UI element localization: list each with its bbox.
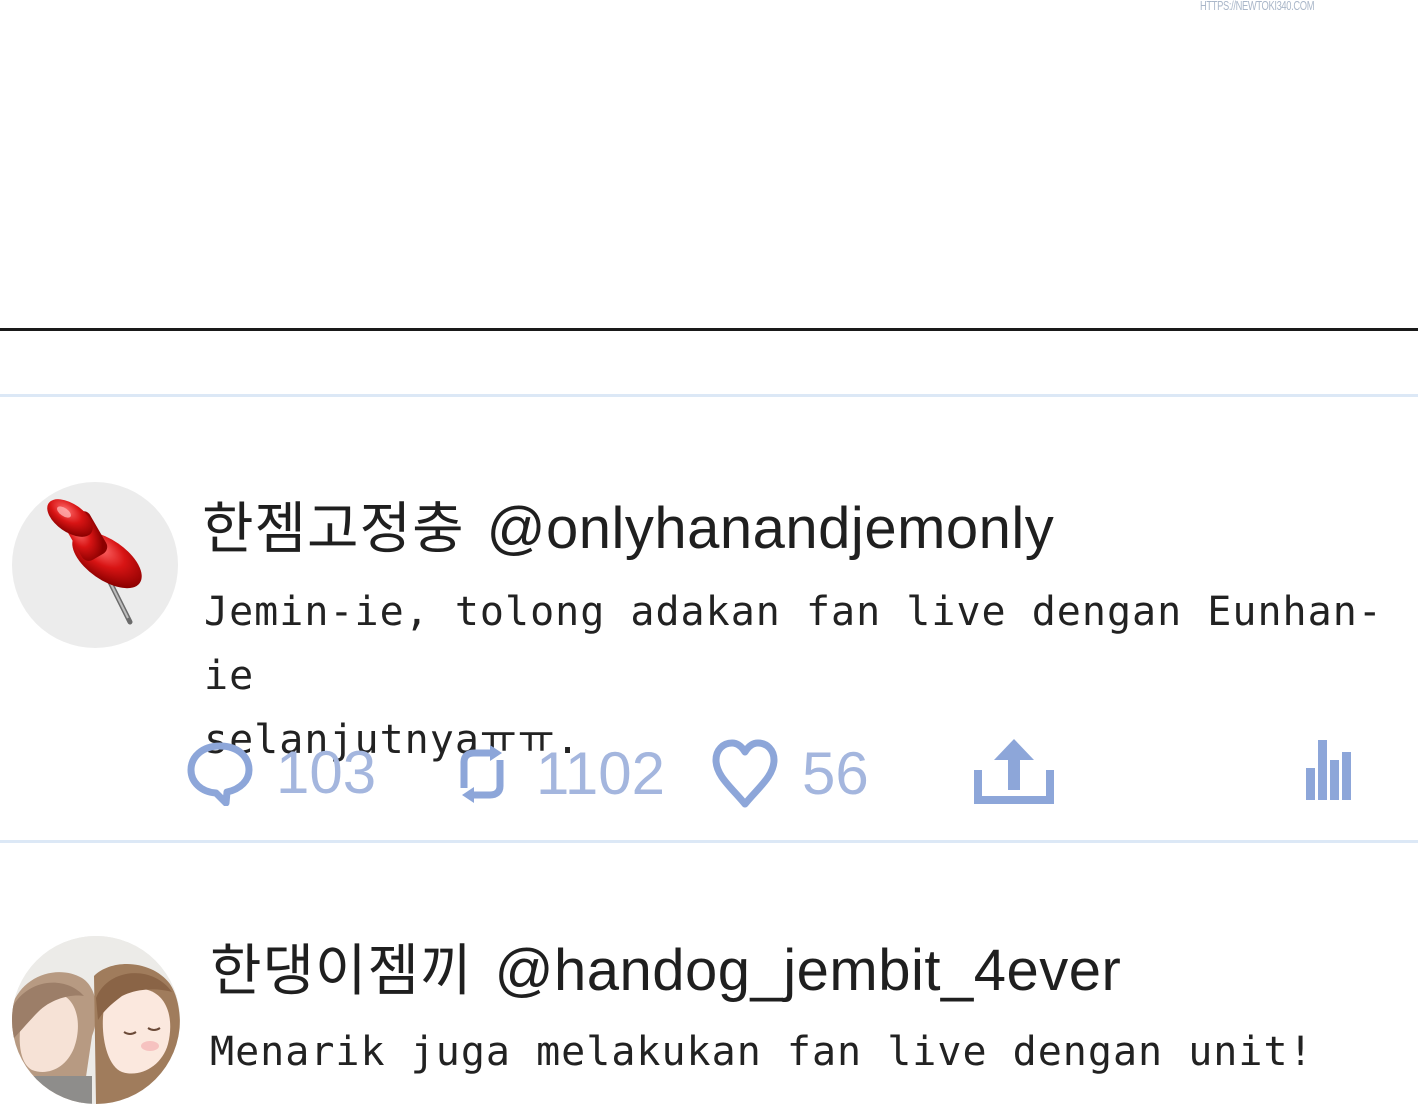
reply-button[interactable]: 103: [186, 740, 376, 806]
tweet-text: Menarik juga melakukan fan live dengan u…: [210, 1029, 1314, 1075]
retweet-icon: [460, 745, 504, 803]
tweet-header: 한댕이젬끼 @handog_jembit_4ever: [210, 942, 1121, 1000]
display-name[interactable]: 한댕이젬끼: [210, 939, 473, 1004]
display-name[interactable]: 한젬고정충: [202, 497, 465, 562]
like-button[interactable]: 56: [710, 738, 869, 810]
avatar[interactable]: [12, 936, 180, 1104]
avatar[interactable]: [12, 482, 178, 648]
analytics-button[interactable]: [1304, 738, 1352, 802]
watermark: HTTPS://NEWTOKI340.COM: [1200, 0, 1315, 13]
user-handle[interactable]: @onlyhanandjemonly: [487, 496, 1055, 561]
panel-divider: [0, 328, 1418, 331]
reply-icon: [187, 742, 253, 806]
reply-count: 103: [276, 739, 377, 806]
bar-chart-icon: [1306, 740, 1351, 800]
tweet-divider-top: [0, 394, 1418, 397]
pushpin-icon: [47, 499, 142, 625]
retweet-count: 1102: [536, 740, 666, 807]
tweet-header: 한젬고정충 @onlyhanandjemonly: [202, 500, 1054, 558]
like-count: 56: [802, 740, 869, 807]
retweet-button[interactable]: 1102: [450, 744, 665, 804]
share-icon: [974, 739, 1054, 804]
heart-icon: [712, 739, 778, 808]
share-button[interactable]: [974, 736, 1054, 806]
anime-couple-avatar: [12, 936, 180, 1104]
tweet-divider: [0, 840, 1418, 843]
user-handle[interactable]: @handog_jembit_4ever: [495, 938, 1122, 1003]
